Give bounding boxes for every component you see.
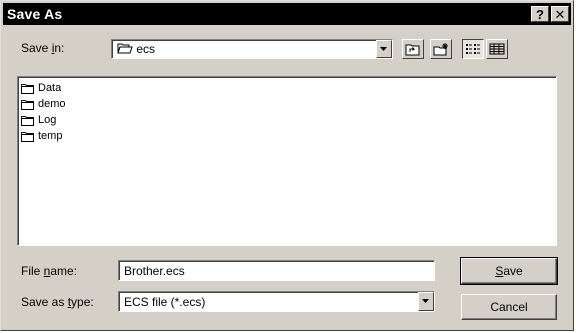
file-item-label: demo — [38, 98, 66, 110]
save-button-label: ave — [503, 264, 523, 278]
save-button[interactable]: Save — [460, 257, 558, 285]
save-as-dialog: Save As ? ✕ Save in: ecs Data demo Log t… — [0, 0, 574, 331]
window-title: Save As — [7, 6, 63, 22]
details-view-icon — [489, 43, 505, 55]
details-view-button[interactable] — [486, 39, 508, 59]
save-in-label-text: Save — [21, 41, 52, 55]
chevron-down-icon — [380, 46, 387, 51]
file-item-label: Data — [38, 82, 62, 94]
save-in-label: Save in: — [21, 41, 64, 55]
save-in-value-wrap: ecs — [112, 42, 376, 56]
title-bar[interactable]: Save As ? ✕ — [3, 3, 571, 25]
save-in-label-text-end: n: — [54, 41, 65, 55]
chevron-down-icon — [422, 299, 429, 303]
file-item-label: Log — [38, 114, 57, 126]
file-list[interactable]: Data demo Log temp — [17, 76, 557, 246]
save-as-type-label-text: Save as — [21, 295, 68, 309]
save-in-dropdown[interactable]: ecs — [111, 39, 393, 59]
save-button-accesskey: S — [495, 264, 504, 278]
file-name-label-text: File — [21, 264, 44, 278]
save-in-value: ecs — [136, 42, 156, 56]
save-as-type-dropdown-button[interactable] — [418, 292, 434, 311]
save-as-type-value: ECS file (*.ecs) — [124, 294, 206, 309]
folder-icon — [21, 99, 34, 110]
file-item-label: temp — [38, 130, 63, 142]
list-item[interactable]: Data — [21, 80, 556, 96]
file-name-label-text-end: ame: — [50, 264, 78, 278]
folder-icon — [21, 115, 34, 126]
save-as-type-label: Save as type: — [21, 295, 94, 309]
close-button[interactable]: ✕ — [551, 6, 569, 22]
up-folder-icon — [405, 44, 420, 55]
save-as-type-dropdown[interactable]: ECS file (*.ecs) — [118, 291, 435, 312]
create-new-folder-button[interactable] — [430, 39, 452, 59]
new-folder-icon — [433, 42, 448, 55]
folder-icon — [21, 83, 34, 94]
list-view-icon — [466, 44, 480, 54]
help-button[interactable]: ? — [531, 6, 549, 22]
list-item[interactable]: Log — [21, 112, 556, 128]
list-item[interactable]: demo — [21, 96, 556, 112]
open-folder-icon — [117, 43, 133, 54]
save-in-dropdown-button[interactable] — [376, 40, 392, 58]
up-one-level-button[interactable] — [402, 39, 424, 59]
file-name-label: File name: — [21, 264, 77, 278]
folder-icon — [21, 131, 34, 142]
title-bar-buttons: ? ✕ — [531, 6, 571, 22]
list-item[interactable]: temp — [21, 128, 556, 144]
save-as-type-label-text-end: ype: — [71, 295, 94, 309]
cancel-button[interactable]: Cancel — [461, 294, 557, 320]
file-name-input[interactable] — [118, 260, 435, 281]
cancel-button-label: Cancel — [490, 300, 528, 314]
list-view-button[interactable] — [462, 39, 484, 59]
